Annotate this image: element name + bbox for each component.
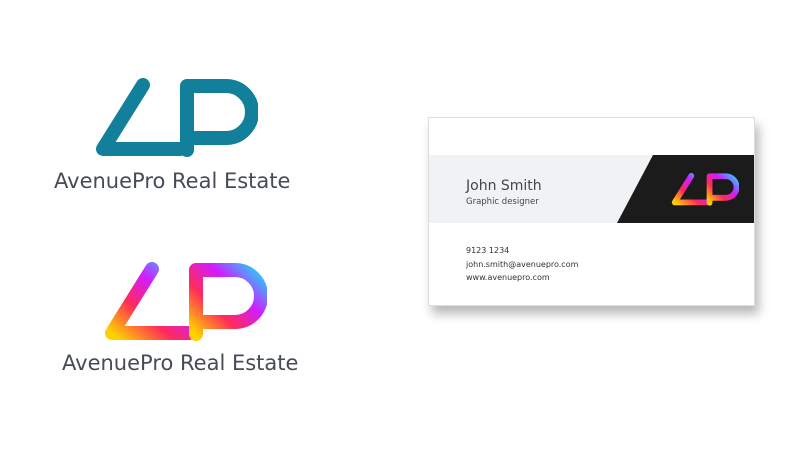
logo-gradient [105,262,267,341]
card-phone: 9123 1234 [466,246,510,255]
brand-name-solid: AvenuePro Real Estate [54,169,291,193]
business-card: John Smith Graphic designer 9123 1234 jo… [428,117,755,306]
brand-name-gradient: AvenuePro Real Estate [62,351,299,375]
logo-solid [96,78,258,157]
card-title: Graphic designer [466,197,539,207]
card-email: john.smith@avenuepro.com [466,260,579,269]
card-logo [671,172,739,206]
card-website: www.avenuepro.com [466,273,550,282]
card-name: John Smith [466,178,542,194]
